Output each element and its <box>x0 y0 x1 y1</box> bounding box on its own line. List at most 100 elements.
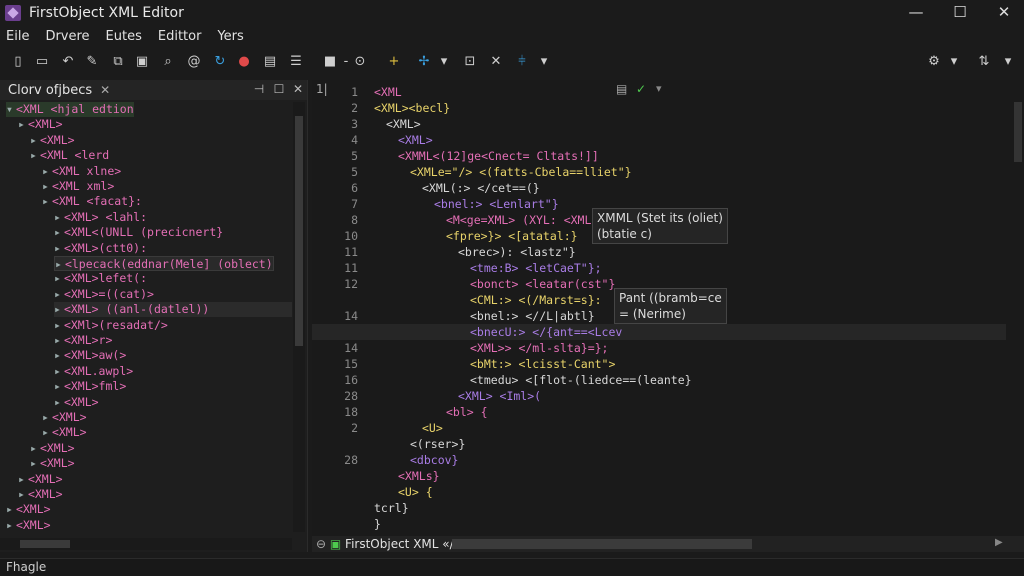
undo-icon[interactable]: ↶ <box>60 54 76 70</box>
code-line[interactable]: <(rser>} <box>410 436 465 452</box>
tree-node[interactable]: ▸ <XML> <box>30 133 75 148</box>
tree-hscrollbar[interactable] <box>0 538 292 550</box>
tree-node[interactable]: ▸ <XML> <box>54 395 99 410</box>
expand-toggle-icon[interactable]: ▸ <box>54 318 61 332</box>
tree-node[interactable]: ▸ <XML xlne> <box>42 164 121 179</box>
new-file-icon[interactable]: ▯ <box>10 54 26 70</box>
expand-toggle-icon[interactable]: ▸ <box>30 441 37 455</box>
expand-toggle-icon[interactable]: ▸ <box>54 241 61 255</box>
code-line[interactable]: <U> <box>422 420 443 436</box>
document-icon[interactable]: ▤ <box>262 54 278 70</box>
chevron-down-icon[interactable]: ▾ <box>436 54 452 70</box>
code-line[interactable]: <tme:B> <letCaeT"}; <box>470 260 602 276</box>
expand-toggle-icon[interactable]: ▸ <box>42 194 49 208</box>
code-line[interactable]: <CML:> <(/Marst=s}: <box>470 292 602 308</box>
code-line[interactable]: } <box>374 516 381 532</box>
maximize-button[interactable]: ☐ <box>940 0 980 26</box>
code-line[interactable]: <bnecU:> </{ant==<Lcev <box>470 324 622 340</box>
code-line[interactable]: <XML <box>374 84 402 100</box>
expand-toggle-icon[interactable]: ▸ <box>42 410 49 424</box>
split-icon[interactable]: ⫩ <box>514 54 530 70</box>
copy-icon[interactable]: ⧉ <box>110 54 126 70</box>
code-line[interactable]: <XMML<(12]ge<Cnect= Cltats!]] <box>398 148 599 164</box>
chevron-down-icon[interactable]: ▾ <box>1000 54 1016 70</box>
expand-toggle-icon[interactable]: ▸ <box>54 225 61 239</box>
menu-file[interactable]: Eile <box>6 29 29 44</box>
hscroll-thumb[interactable] <box>452 539 752 549</box>
menu-drive[interactable]: Drvere <box>45 29 89 44</box>
expand-toggle-icon[interactable]: ▸ <box>30 148 37 162</box>
code-line[interactable]: <XML> <Iml>( <box>458 388 541 404</box>
delete-icon[interactable]: ✕ <box>488 54 504 70</box>
code-line[interactable]: <bl> { <box>446 404 488 420</box>
tree-node[interactable]: ▸ <XML>aw(> <box>54 348 126 363</box>
code-line[interactable]: <M<ge=XML> (XYL: <XML <box>446 212 591 228</box>
find-icon[interactable]: ⌕ <box>160 54 176 70</box>
scrollbar-thumb[interactable] <box>20 540 70 548</box>
tree-node[interactable]: ▸ <XML> ((anl-(datlel)) <box>54 302 292 318</box>
add-icon[interactable]: + <box>386 54 402 70</box>
settings-icon[interactable]: ⚙ <box>926 54 942 70</box>
tree-node[interactable]: ▸ <XML> <box>18 487 63 502</box>
scrollbar-thumb[interactable] <box>1014 102 1022 162</box>
code-line[interactable]: <XML> <box>398 132 433 148</box>
tree-node[interactable]: ▸ <XML<(UNLL (precicnert} <box>54 225 223 240</box>
code-line[interactable]: <bMt:> <lcisst-Cant"> <box>470 356 615 372</box>
expand-toggle-icon[interactable]: ▸ <box>18 472 25 486</box>
tree-node[interactable]: ▸ <XML>r> <box>54 333 112 348</box>
code-line[interactable]: <brec>): <lastz"} <box>458 244 576 260</box>
expand-toggle-icon[interactable]: ▸ <box>6 518 13 532</box>
code-line[interactable]: <XML(:> </cet==(} <box>422 180 540 196</box>
chevron-down-icon[interactable]: ▾ <box>946 54 962 70</box>
menu-view[interactable]: Yers <box>217 29 243 44</box>
panel-close-icon[interactable]: ✕ <box>100 83 110 97</box>
tree-node[interactable]: ▸ <XML xml> <box>42 179 114 194</box>
code-line[interactable]: tcrl} <box>374 500 409 516</box>
menu-edit[interactable]: Eutes <box>106 29 142 44</box>
code-line[interactable]: <XMLs} <box>398 468 440 484</box>
tree-node[interactable]: ▸ <XML>lefet(: <box>54 271 147 286</box>
expand-toggle-icon[interactable]: ▸ <box>54 287 61 301</box>
restore-icon[interactable]: ☐ <box>272 82 286 96</box>
tree-node[interactable]: ▸ <XML.awpl> <box>54 364 133 379</box>
expand-toggle-icon[interactable]: ▸ <box>54 348 61 362</box>
code-line[interactable]: <XML> <box>386 116 421 132</box>
code-line[interactable]: <XML><becl} <box>374 100 450 116</box>
minimize-button[interactable]: — <box>896 0 936 26</box>
tree-node[interactable]: ▸ <XML> <lahl: <box>54 210 147 225</box>
tree-node[interactable]: ▸ <lpecack(eddnar(Mele] (oblect) <box>54 256 274 271</box>
tree-node[interactable]: ▸ <XML> <box>30 441 75 456</box>
chevron-down-icon[interactable]: ▾ <box>536 54 552 70</box>
tree-node[interactable]: ▸ <XML>fml> <box>54 379 126 394</box>
code-line[interactable]: <XMLe="/> <(fatts-Cbela==lliet"} <box>410 164 632 180</box>
scrollbar-thumb[interactable] <box>295 116 303 346</box>
tree-node[interactable]: ▸ <XML> <box>42 425 87 440</box>
close-icon[interactable]: ✕ <box>291 82 305 96</box>
help-icon[interactable]: ⊙ <box>352 54 368 70</box>
list-icon[interactable]: ☰ <box>288 54 304 70</box>
expand-toggle-icon[interactable]: ▸ <box>55 257 62 271</box>
expand-toggle-icon[interactable]: ▸ <box>54 210 61 224</box>
close-button[interactable]: ✕ <box>984 0 1024 26</box>
tree-node[interactable]: ▸ <XML <lerd <box>30 148 109 163</box>
code-line[interactable]: <U> { <box>398 484 433 500</box>
expand-toggle-icon[interactable]: ▸ <box>54 364 61 378</box>
search-icon[interactable]: @ <box>186 54 202 70</box>
code-line[interactable]: <XML>> </ml-slta}=}; <box>470 340 608 356</box>
expand-toggle-icon[interactable]: ▸ <box>54 395 61 409</box>
pin-icon[interactable]: ⇅ <box>976 54 992 70</box>
expand-toggle-icon[interactable]: ▾ <box>6 102 13 116</box>
code-line[interactable]: <bnel:> <//L|abtl} <box>470 308 595 324</box>
edit-icon[interactable]: ✎ <box>84 54 100 70</box>
pin-icon[interactable]: ⊣ <box>252 82 266 96</box>
tree-node[interactable]: ▾ <XML <hjal edtion <box>6 102 134 117</box>
code-line[interactable]: <bnel:> <Lenlart"} <box>434 196 559 212</box>
refresh-icon[interactable]: ↻ <box>212 54 228 70</box>
run-icon[interactable]: ● <box>236 54 252 70</box>
tree-node[interactable]: ▸ <XML> <box>6 502 51 517</box>
page-icon[interactable]: ■ <box>322 54 338 70</box>
code-line[interactable]: <fpre>}> <[atatal:} <box>446 228 578 244</box>
tree-node[interactable]: ▸ <XML> <box>18 472 63 487</box>
editor-tab[interactable]: ⊖ ▣ FirstObject XML «/ <box>316 536 454 552</box>
tools-icon[interactable]: ✢ <box>416 54 432 70</box>
